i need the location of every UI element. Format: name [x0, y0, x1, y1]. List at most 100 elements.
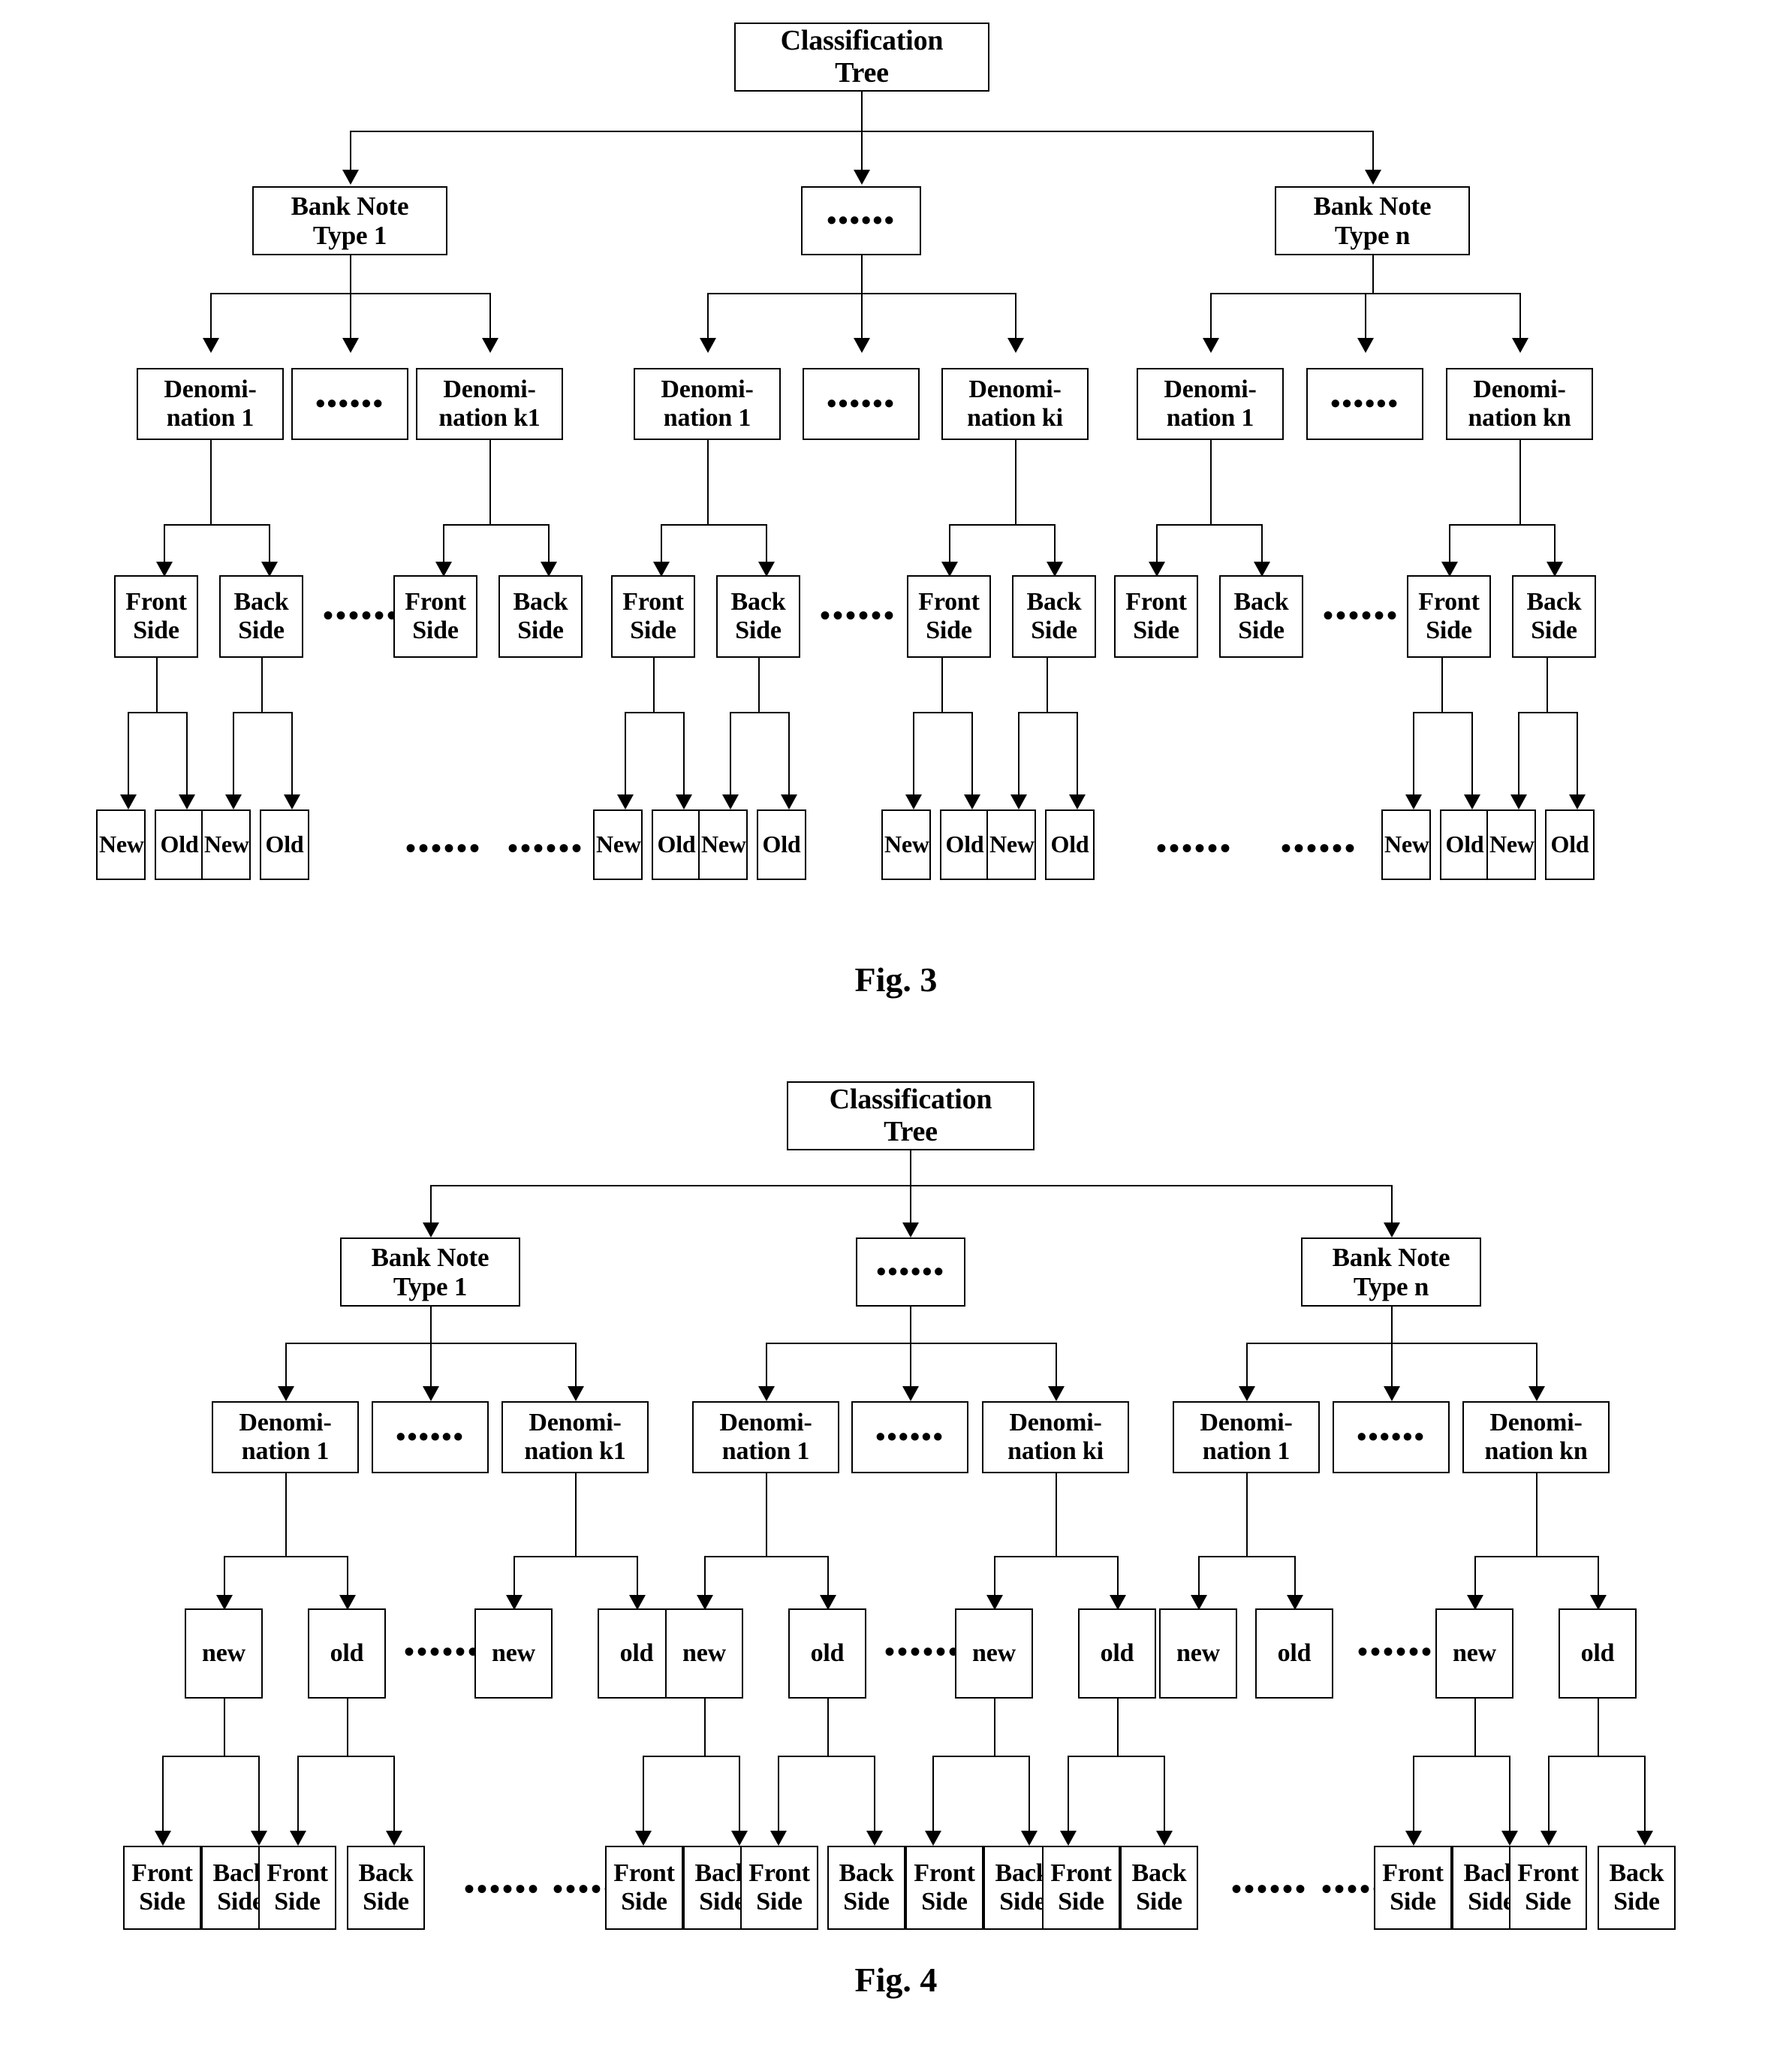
fig4-c-dE-r — [1294, 1556, 1296, 1595]
fig3-arrow-sB-r — [541, 562, 557, 577]
fig3-arrow-d1 — [203, 338, 219, 353]
fig4-type1-line1: Bank Note — [371, 1242, 489, 1272]
fig3-typen-line1: Bank Note — [1313, 191, 1432, 221]
fig4-c-o4-r — [1164, 1756, 1165, 1838]
fig4-denom-ki-line2: nation ki — [1007, 1437, 1104, 1465]
fig3-c-s5-r — [683, 712, 685, 802]
fig4-cond-2: old — [330, 1638, 364, 1667]
fig3-c-s2-l — [233, 712, 234, 802]
fig4-arrow-f7 — [925, 1831, 941, 1846]
fig3-denom-b-line1: Denomi- — [661, 375, 754, 403]
fig3-denom-k1-line1: Denomi- — [443, 375, 536, 403]
fig4-root-line2: Tree — [884, 1116, 938, 1147]
fig3-side-back-6: Back Side — [1512, 575, 1596, 658]
fig4-c-dF-bus — [1474, 1556, 1598, 1557]
fig3-type-ellipsis-dots: •••••• — [827, 204, 896, 237]
fig4-c-dC-bus — [704, 1556, 827, 1557]
fig3-connector-dne-drop — [1365, 293, 1366, 338]
fig4-side-front-8: Front Side — [1509, 1846, 1587, 1930]
fig3-denomination-ellipsis-a: •••••• — [291, 368, 408, 440]
fig4-side-7-line2: Side — [756, 1888, 803, 1916]
fig4-banknote-type-ellipsis: •••••• — [856, 1237, 965, 1307]
fig4-side-15-line1: Front — [1517, 1858, 1579, 1887]
fig3-condition-old-1: Old — [155, 809, 204, 880]
fig3-connector-dF-r — [1554, 524, 1556, 562]
fig4-side-3-line2: Side — [274, 1888, 321, 1916]
fig3-side-9-line1: Front — [1125, 587, 1187, 616]
fig4-side-1-line1: Front — [131, 1858, 193, 1887]
fig4-condition-old-2: old — [598, 1608, 676, 1699]
fig4-denomination-ellipsis-b: •••••• — [851, 1401, 968, 1473]
fig3-side-3-line2: Side — [412, 616, 459, 644]
fig3-c-s8-l — [1018, 712, 1019, 802]
fig3-denom-ki-line2: nation ki — [967, 404, 1063, 432]
fig4-c-o3-bus — [778, 1756, 874, 1757]
fig3-arrow-o1 — [179, 794, 195, 809]
fig4-c-n1-r — [258, 1756, 260, 1838]
fig3-side-3-line1: Front — [405, 587, 466, 616]
fig4-c-n3-bus — [643, 1756, 739, 1757]
fig3-side-ellipsis-1: •••••• — [323, 601, 399, 631]
fig4-arrow-f6 — [770, 1831, 787, 1846]
fig3-arrow-dik — [1007, 338, 1024, 353]
fig3-arrow-d1k — [482, 338, 498, 353]
fig4-cond-10: old — [1277, 1638, 1312, 1667]
fig4-c-o3-l — [778, 1756, 779, 1838]
fig4-c-dF-stem — [1536, 1473, 1538, 1556]
fig4-c-dB-bus — [514, 1556, 637, 1557]
fig3-c-s7-stem — [941, 658, 943, 712]
fig4-arrow-b1 — [251, 1831, 267, 1846]
fig4-condition-old-5: old — [1255, 1608, 1333, 1699]
fig4-arrow-dik — [1048, 1386, 1065, 1401]
fig4-connector-root-stem — [910, 1150, 911, 1185]
fig3-denom-kn-line1: Denomi- — [1473, 375, 1566, 403]
fig3-cond-3: New — [204, 831, 249, 858]
fig3-arrow-sF-l — [1441, 562, 1458, 577]
fig3-arrow-o11 — [1464, 794, 1480, 809]
fig3-connector-type1-stem — [350, 255, 351, 293]
fig3-side-11-line1: Front — [1418, 587, 1480, 616]
fig3-connector-dE-l — [1156, 524, 1158, 562]
fig4-arrow-b8 — [1156, 1831, 1173, 1846]
fig3-arrow-die — [854, 338, 870, 353]
fig3-cond-dots-3: •••••• — [1156, 831, 1233, 865]
fig4-c-o6-stem — [1598, 1699, 1599, 1756]
fig3-banknote-type-n: Bank Note Type n — [1275, 186, 1470, 255]
fig4-type1-line2: Type 1 — [393, 1272, 468, 1301]
fig3-arrow-n6 — [722, 794, 739, 809]
fig3-arrow-d1e — [342, 338, 359, 353]
fig3-condition-old-7: Old — [1440, 809, 1489, 880]
fig4-side-3-line1: Front — [267, 1858, 328, 1887]
fig4-side-front-3: Front Side — [605, 1846, 683, 1930]
fig3-cond-dots-1: •••••• — [405, 831, 483, 865]
fig3-denom-a-line1: Denomi- — [164, 375, 257, 403]
fig3-cond-7: New — [701, 831, 746, 858]
fig4-side-9-line2: Side — [921, 1888, 968, 1916]
fig4-arrow-b2 — [386, 1831, 402, 1846]
fig3-side-2-line2: Side — [238, 616, 285, 644]
fig4-condition-new-1: new — [185, 1608, 263, 1699]
fig4-arrow-nD — [986, 1595, 1003, 1610]
fig4-side-4-line1: Back — [358, 1858, 414, 1887]
fig4-side-9-line1: Front — [914, 1858, 975, 1887]
fig4-c-dF-r — [1598, 1556, 1599, 1595]
fig4-c-dF-l — [1474, 1556, 1476, 1595]
fig4-condition-old-6: old — [1559, 1608, 1637, 1699]
fig4-denomination-1-a: Denomi- nation 1 — [212, 1401, 359, 1473]
fig3-connector-root-stem — [861, 92, 863, 131]
fig4-arrow-oF — [1590, 1595, 1607, 1610]
fig3-denomination-1-b: Denomi- nation 1 — [634, 368, 781, 440]
fig4-side-back-2: Back Side — [347, 1846, 425, 1930]
fig4-c-o4-l — [1068, 1756, 1069, 1838]
fig4-cond-1: new — [202, 1638, 245, 1667]
figure-3-caption: Fig. 3 — [854, 960, 938, 999]
fig3-arrow-dn1 — [1203, 338, 1219, 353]
fig4-side-front-6: Front Side — [1042, 1846, 1120, 1930]
fig4-c-o1-bus — [297, 1756, 393, 1757]
fig4-side-back-4: Back Side — [827, 1846, 905, 1930]
fig3-condition-old-2: Old — [260, 809, 309, 880]
fig3-cond-14: Old — [1445, 831, 1484, 858]
fig3-cond-dots-2: •••••• — [507, 831, 585, 865]
fig4-c-n6-l — [1413, 1756, 1414, 1838]
fig3-cond-13: New — [1384, 831, 1429, 858]
